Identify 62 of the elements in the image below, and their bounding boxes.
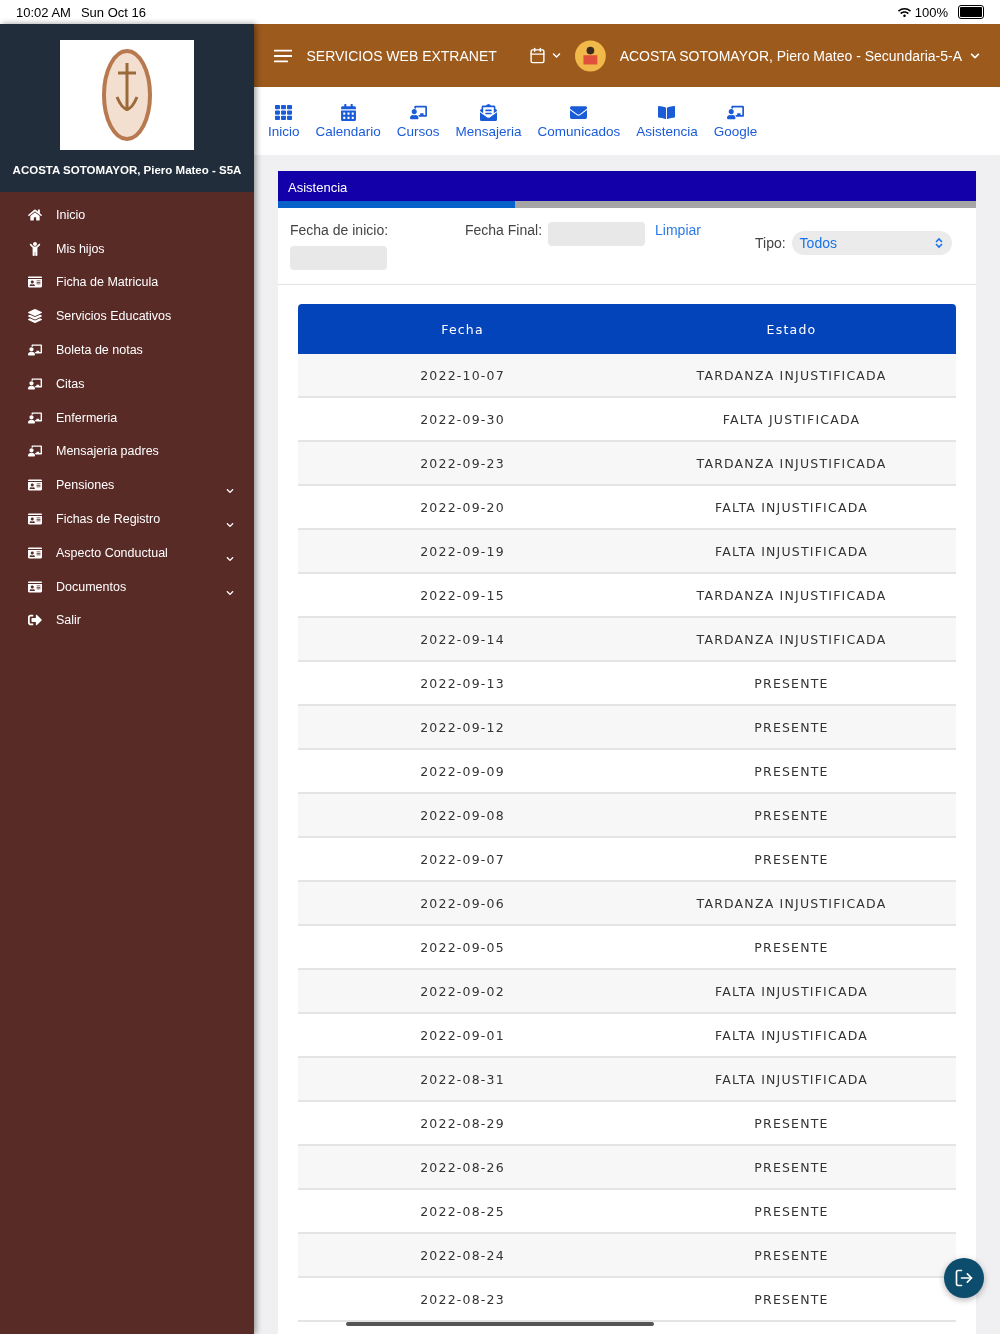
type-select[interactable]: Todos: [791, 231, 952, 255]
logout-icon: [954, 1268, 974, 1288]
updown-icon: [933, 237, 944, 249]
chevron-icon: [551, 51, 561, 60]
presenter-icon: [726, 103, 744, 121]
home-icon: [28, 207, 42, 222]
envelope-icon: [480, 103, 498, 121]
presenter-icon: [28, 343, 42, 358]
id-card-icon: [28, 579, 42, 594]
column-header: Estado: [627, 304, 956, 354]
nav-tab[interactable]: Calendario: [315, 103, 381, 139]
presenter-icon: [28, 410, 42, 425]
status-date: Sun Oct 16: [80, 4, 146, 20]
menu-item[interactable]: Documentos: [0, 569, 254, 604]
panel-title: Asistencia: [278, 171, 976, 201]
menu-item[interactable]: Boleta de notas: [0, 333, 254, 367]
id-card-icon: [28, 512, 42, 527]
grid-icon: [275, 103, 293, 121]
presenter-icon: [28, 376, 42, 391]
status-time: 10:02 AM: [16, 4, 71, 20]
chevron-icon: [970, 50, 980, 61]
user-dropdown[interactable]: ACOSTA SOTOMAYOR, Piero Mateo - Secundaria-5-A: [619, 47, 980, 64]
menu-item[interactable]: Fichas de Registro: [0, 502, 254, 536]
calendar-dropdown[interactable]: [528, 47, 561, 64]
battery-percent: 100%: [914, 4, 948, 20]
calendar-icon: [528, 47, 546, 64]
nav-tab[interactable]: Mensajeria: [455, 103, 522, 139]
menu-item[interactable]: Mis hijos: [0, 231, 254, 266]
menu-item[interactable]: Aspecto Conductual: [0, 535, 254, 570]
field-label: Fecha Final:: [465, 222, 543, 238]
clear-link[interactable]: Limpiar: [655, 222, 701, 238]
field-label: Tipo:: [755, 235, 786, 251]
menu-item[interactable]: Enfermeria: [0, 400, 254, 435]
menu-item[interactable]: Pensiones: [0, 468, 254, 503]
book-icon: [658, 103, 676, 121]
nav-tab[interactable]: Comunicados: [537, 103, 621, 139]
wifi-icon: [897, 5, 911, 19]
column-header: Fecha: [298, 304, 627, 354]
student-name: ACOSTA SOTOMAYOR, Piero Mateo - S5A: [12, 164, 242, 176]
battery-icon: [958, 5, 984, 19]
envelope-icon: [570, 103, 588, 121]
presenter-icon: [28, 444, 42, 459]
menu-item[interactable]: Servicios Educativos: [0, 299, 254, 334]
menu-item[interactable]: Citas: [0, 367, 254, 401]
child-icon: [28, 241, 42, 256]
layers-icon: [28, 309, 42, 324]
menu-item[interactable]: Mensajeria padres: [0, 434, 254, 469]
id-card-icon: [28, 275, 42, 290]
exit-icon: [28, 613, 42, 628]
id-card-icon: [28, 478, 42, 493]
nav-tab[interactable]: Cursos: [396, 103, 440, 139]
nav-tab[interactable]: Inicio: [268, 103, 300, 139]
app-title: SERVICIOS WEB EXTRANET: [306, 47, 497, 64]
menu-item[interactable]: Inicio: [0, 198, 254, 232]
calendar-icon: [339, 103, 357, 121]
presenter-icon: [409, 103, 427, 121]
field-label: Fecha de inicio:: [290, 222, 390, 238]
id-card-icon: [28, 545, 42, 560]
nav-tab[interactable]: Asistencia: [636, 103, 698, 139]
nav-tab[interactable]: Google: [713, 103, 758, 139]
menu-item[interactable]: Ficha de Matricula: [0, 265, 254, 300]
menu-item[interactable]: Salir: [0, 603, 254, 638]
